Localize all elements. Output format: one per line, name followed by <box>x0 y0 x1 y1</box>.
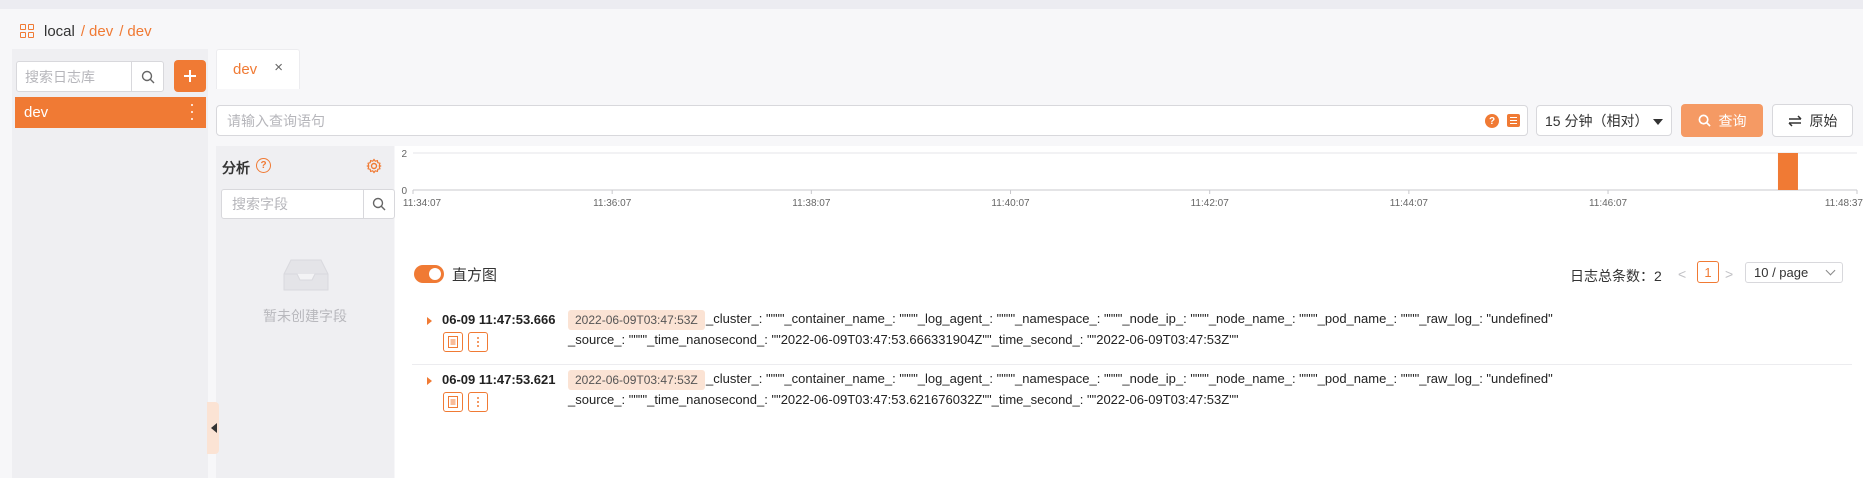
total-count-label: 日志总条数： <box>1570 268 1654 284</box>
expand-caret-icon[interactable] <box>427 317 432 325</box>
page-number-current[interactable]: 1 <box>1697 261 1719 283</box>
sidebar-item-dev[interactable]: dev <box>15 97 206 128</box>
x-tick-label: 11:38:07 <box>792 198 831 209</box>
histogram-bar <box>1777 153 1798 190</box>
collapse-panel-handle[interactable] <box>207 402 219 454</box>
top-strip <box>0 0 1863 9</box>
prev-page-button[interactable]: < <box>1678 266 1686 282</box>
log-content-line: _source_: """"_time_nanosecond_: ""2022-… <box>568 392 1239 407</box>
histogram-chart: 2 011:34:07 11:36:07 11:38:07 11:40:07 11:42:… <box>401 149 1863 209</box>
tab-dev[interactable]: dev × <box>216 49 300 89</box>
plus-icon <box>184 70 196 82</box>
breadcrumb-root[interactable]: local <box>44 23 75 40</box>
time-range-value: 15 分钟（相对） <box>1545 112 1649 129</box>
log-content-line: _source_: """"_time_nanosecond_: ""2022-… <box>568 332 1239 347</box>
query-input[interactable] <box>227 106 1427 135</box>
y-tick-label: 2 <box>401 149 407 160</box>
breadcrumb-segment[interactable]: dev <box>89 23 113 40</box>
fields-panel-title: 分析 <box>222 160 250 176</box>
log-content-line: _cluster_: """"_container_name_: """"_lo… <box>706 371 1553 386</box>
chevron-down-icon <box>1825 265 1836 276</box>
raw-button[interactable]: 原始 <box>1772 104 1853 137</box>
log-results: 2 0 11:34:07 11:36:07 11:38:07 11:40:07 11:42:… <box>395 146 1863 478</box>
copy-icon <box>448 336 458 348</box>
page-size-select[interactable]: 10 / page <box>1745 262 1843 283</box>
logstore-sidebar: dev <box>12 49 208 478</box>
logstore-search-input[interactable] <box>25 62 131 91</box>
log-time: 06-09 11:47:53.666 <box>442 312 556 327</box>
more-vertical-icon[interactable] <box>190 104 194 120</box>
help-icon[interactable]: ? <box>256 158 271 173</box>
empty-inbox-icon <box>283 258 329 295</box>
x-tick-label: 11:44:07 <box>1390 198 1429 209</box>
field-search <box>221 189 395 219</box>
grid-icon[interactable] <box>20 24 34 38</box>
copy-icon <box>448 396 458 408</box>
histogram-toggle[interactable] <box>414 265 444 283</box>
gear-icon[interactable] <box>366 158 382 177</box>
log-time: 06-09 11:47:53.621 <box>442 372 556 387</box>
tab-label: dev <box>233 61 258 78</box>
breadcrumb: local / dev / dev <box>20 21 152 41</box>
search-icon[interactable] <box>131 62 163 91</box>
empty-fields-text: 暂未创建字段 <box>263 308 347 324</box>
logstore-search <box>16 61 164 92</box>
breadcrumb-separator: / <box>119 22 124 40</box>
total-count: 日志总条数：2 <box>1570 266 1662 286</box>
x-tick-label: 11:42:07 <box>1191 198 1230 209</box>
query-button[interactable]: 查询 <box>1681 104 1763 137</box>
total-count-value: 2 <box>1654 268 1662 284</box>
x-tick-label: 11:34:07 <box>403 198 442 209</box>
next-page-button[interactable]: > <box>1725 266 1733 282</box>
x-tick-label: 11:36:07 <box>593 198 632 209</box>
x-tick-label: 11:40:07 <box>991 198 1030 209</box>
log-row[interactable]: 06-09 11:47:53.621 2022-06-09T03:47:53Z … <box>412 359 1852 425</box>
more-vertical-icon <box>477 397 479 407</box>
search-icon <box>1698 114 1711 127</box>
copy-button[interactable] <box>443 332 463 352</box>
caret-down-icon <box>1653 119 1663 125</box>
caret-left-icon <box>211 423 217 433</box>
list-icon[interactable] <box>1507 114 1520 127</box>
histogram-toggle-label: 直方图 <box>452 267 498 284</box>
more-vertical-icon <box>477 337 479 347</box>
x-tick-label: 11:48:37 <box>1825 198 1863 209</box>
breadcrumb-separator: / <box>80 22 86 40</box>
query-bar: ? <box>216 105 1528 136</box>
log-content-line: _cluster_: """"_container_name_: """"_lo… <box>706 311 1553 326</box>
timestamp-tag: 2022-06-09T03:47:53Z <box>568 310 705 330</box>
query-button-label: 查询 <box>1718 112 1747 129</box>
time-range-select[interactable]: 15 分钟（相对） <box>1536 105 1672 136</box>
sidebar-item-label: dev <box>24 104 49 121</box>
swap-icon <box>1787 114 1802 127</box>
help-icon[interactable]: ? <box>1485 114 1499 128</box>
search-icon[interactable] <box>363 190 394 218</box>
fields-panel: 分析 ? 暂未创建字段 <box>216 146 395 478</box>
breadcrumb-segment-current[interactable]: dev <box>127 23 151 40</box>
copy-button[interactable] <box>443 392 463 412</box>
add-logstore-button[interactable] <box>174 60 206 92</box>
close-icon[interactable]: × <box>274 59 283 76</box>
y-tick-label: 0 <box>401 186 407 197</box>
raw-button-label: 原始 <box>1809 112 1838 129</box>
tab-bar: dev × <box>216 49 1863 89</box>
expand-caret-icon[interactable] <box>427 377 432 385</box>
log-row[interactable]: 06-09 11:47:53.666 2022-06-09T03:47:53Z … <box>412 299 1852 365</box>
more-button[interactable] <box>468 392 488 412</box>
x-tick-label: 11:46:07 <box>1589 198 1628 209</box>
timestamp-tag: 2022-06-09T03:47:53Z <box>568 370 705 390</box>
more-button[interactable] <box>468 332 488 352</box>
field-search-input[interactable] <box>232 190 352 218</box>
page-size-value: 10 / page <box>1754 265 1809 280</box>
